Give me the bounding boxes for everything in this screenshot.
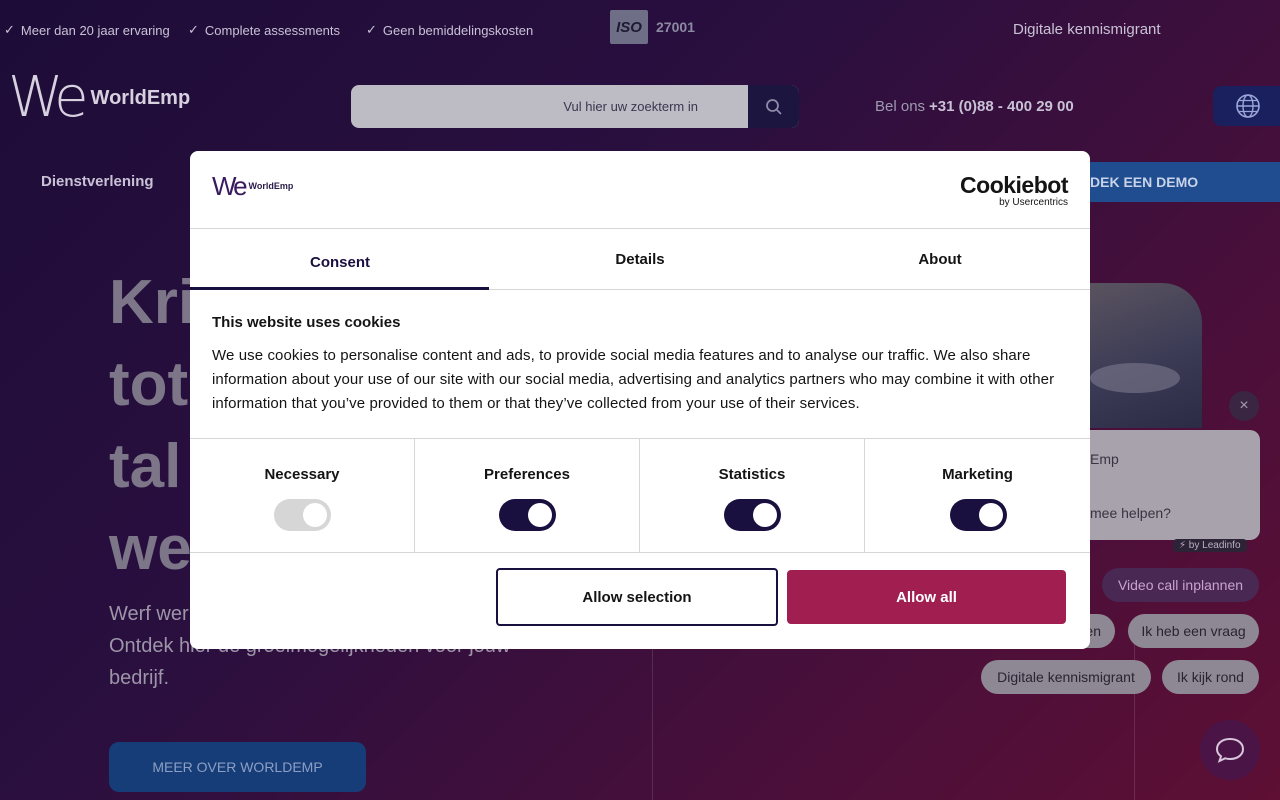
digital-migrant-link[interactable]: Digitale kennismigrant bbox=[1013, 21, 1161, 38]
demo-button[interactable]: DEK EEN DEMO bbox=[1060, 162, 1280, 202]
usp-item: ✓ Meer dan 20 jaar ervaring bbox=[4, 22, 170, 38]
search-bar bbox=[351, 85, 799, 128]
dialog-body: This website uses cookies We use cookies… bbox=[212, 314, 1072, 416]
chip-video-call[interactable]: Video call inplannen bbox=[1102, 568, 1259, 602]
nav-services[interactable]: Dienstverlening bbox=[41, 173, 154, 190]
iso-certification: ISO 27001 bbox=[610, 10, 695, 44]
globe-icon bbox=[1236, 94, 1260, 118]
search-button[interactable] bbox=[748, 85, 799, 128]
map-divider bbox=[1134, 620, 1135, 800]
check-icon: ✓ bbox=[188, 22, 199, 37]
chip-browse[interactable]: Ik kijk rond bbox=[1162, 660, 1259, 694]
dialog-description: We use cookies to personalise content an… bbox=[212, 347, 1055, 412]
tab-consent[interactable]: Consent bbox=[190, 229, 490, 290]
cookiebot-logo[interactable]: Cookiebot by Usercentrics bbox=[960, 173, 1068, 209]
hero-title: Kri tot tal we bbox=[109, 268, 196, 583]
chat-message-card: Emp mee helpen? bbox=[1060, 430, 1260, 540]
language-button[interactable] bbox=[1213, 86, 1280, 126]
check-icon: ✓ bbox=[366, 22, 377, 37]
usp-item: ✓ Complete assessments bbox=[188, 22, 341, 38]
dialog-header: We WorldEmp Cookiebot by Usercentrics bbox=[190, 151, 1090, 229]
top-bar: ✓ Meer dan 20 jaar ervaring ✓ Complete ass… bbox=[0, 0, 1280, 60]
category-preferences: Preferences bbox=[415, 439, 640, 552]
site-logo[interactable]: We WorldEmp bbox=[8, 70, 190, 126]
logo-text: WorldEmp bbox=[248, 181, 294, 191]
chip-question[interactable]: Ik heb een vraag bbox=[1128, 614, 1259, 648]
statistics-toggle[interactable] bbox=[724, 499, 781, 531]
phone-number: +31 (0)88 - 400 29 00 bbox=[929, 98, 1074, 115]
dialog-logo: We WorldEmp bbox=[212, 173, 293, 199]
category-statistics: Statistics bbox=[640, 439, 865, 552]
marketing-toggle[interactable] bbox=[949, 499, 1007, 531]
tab-about[interactable]: About bbox=[790, 229, 1090, 289]
cookie-categories: Necessary Preferences Statistics Marketi… bbox=[190, 438, 1090, 553]
usp-item: ✓ Geen bemiddelingskosten bbox=[366, 22, 534, 38]
about-worldemp-button[interactable]: MEER OVER WORLDEMP bbox=[109, 742, 366, 792]
chat-bubble-icon bbox=[1215, 737, 1245, 763]
logo-text: WorldEmp bbox=[90, 86, 191, 109]
logo-mark: We bbox=[212, 171, 247, 201]
cookie-consent-dialog: We WorldEmp Cookiebot by Usercentrics Co… bbox=[190, 151, 1090, 649]
tab-details[interactable]: Details bbox=[490, 229, 790, 289]
category-marketing: Marketing bbox=[865, 439, 1090, 552]
dialog-tabs: Consent Details About bbox=[190, 229, 1090, 290]
preferences-toggle[interactable] bbox=[499, 499, 556, 531]
iso-logo: ISO bbox=[610, 10, 648, 44]
iso-number: 27001 bbox=[656, 19, 695, 35]
search-input[interactable] bbox=[351, 85, 748, 128]
logo-mark: We bbox=[8, 65, 89, 130]
check-icon: ✓ bbox=[4, 22, 15, 37]
chat-launcher-button[interactable] bbox=[1200, 720, 1260, 780]
necessary-toggle bbox=[274, 499, 331, 531]
allow-all-button[interactable]: Allow all bbox=[787, 570, 1066, 624]
dialog-title: This website uses cookies bbox=[212, 314, 401, 331]
allow-selection-button[interactable]: Allow selection bbox=[496, 568, 778, 626]
category-necessary: Necessary bbox=[190, 439, 415, 552]
search-icon bbox=[765, 98, 782, 115]
phone-contact[interactable]: Bel ons +31 (0)88 - 400 29 00 bbox=[875, 98, 1074, 115]
close-icon: × bbox=[1239, 397, 1249, 414]
chat-close-button[interactable]: × bbox=[1229, 391, 1259, 421]
leadinfo-badge[interactable]: ⚡ by Leadinfo bbox=[1173, 539, 1247, 552]
chip-digital-migrant[interactable]: Digitale kennismigrant bbox=[981, 660, 1151, 694]
